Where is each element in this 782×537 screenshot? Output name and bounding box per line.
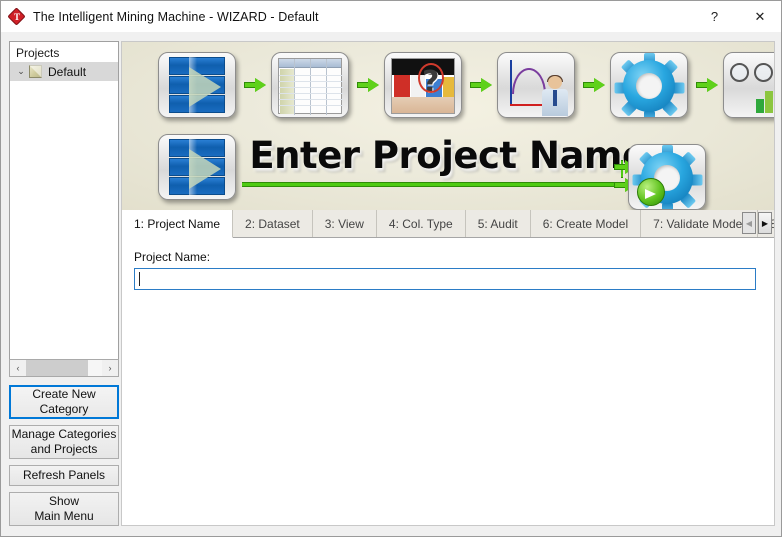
banner-arrow-icon xyxy=(470,78,492,92)
tab-dataset[interactable]: 2: Dataset xyxy=(233,210,313,237)
wizard-banner: ? Enter Project Name xyxy=(122,42,774,210)
tab-project-name[interactable]: 1: Project Name xyxy=(122,210,234,238)
projects-tree-header: Projects xyxy=(16,46,60,60)
scrollbar-thumb[interactable] xyxy=(26,360,88,376)
tab-scroll-controls[interactable]: ◀ ▶ xyxy=(742,212,772,234)
projects-tree-panel[interactable]: Projects ⌄ Default xyxy=(9,41,119,373)
window-bottom-strip xyxy=(1,526,781,536)
banner-arrow-icon xyxy=(696,78,718,92)
create-new-category-button[interactable]: Create New Category xyxy=(9,385,119,419)
tab-panel-project-name: Project Name: Previous Next xyxy=(122,238,774,525)
folder-icon xyxy=(28,65,43,78)
tab-col-type[interactable]: 4: Col. Type xyxy=(376,210,466,237)
text-caret xyxy=(139,272,140,286)
database-play-icon xyxy=(158,134,236,200)
projects-panel-scrollbar[interactable]: ‹ › xyxy=(9,359,119,377)
tab-scroll-left-icon[interactable]: ◀ xyxy=(742,212,756,234)
show-main-menu-button[interactable]: Show Main Menu xyxy=(9,492,119,526)
mining-machine-icon: T xyxy=(7,6,26,26)
wizard-panel: ? Enter Project Name 1: Project Name 2: … xyxy=(121,41,775,526)
tab-validate-model[interactable]: 7: Validate Model xyxy=(641,210,758,237)
data-table-icon xyxy=(271,52,349,118)
manage-categories-and-projects-button[interactable]: Manage Categories and Projects xyxy=(9,425,119,459)
window-title: The Intelligent Mining Machine - WIZARD … xyxy=(33,9,319,24)
curve-analyst-icon xyxy=(497,52,575,118)
gear-refresh-icon xyxy=(628,144,706,210)
scroll-left-icon[interactable]: ‹ xyxy=(10,360,26,376)
tab-scroll-right-icon[interactable]: ▶ xyxy=(758,212,772,234)
glasses-barchart-icon xyxy=(723,52,774,118)
tab-view[interactable]: 3: View xyxy=(312,210,377,237)
window-controls: ? ✕ xyxy=(692,1,781,32)
database-play-icon xyxy=(158,52,236,118)
scroll-right-icon[interactable]: › xyxy=(102,360,118,376)
project-name-input[interactable] xyxy=(134,268,756,290)
help-button[interactable]: ? xyxy=(692,1,737,32)
chevron-down-icon[interactable]: ⌄ xyxy=(14,65,28,79)
tree-item-label: Default xyxy=(48,64,87,79)
banner-arrow-icon xyxy=(244,78,266,92)
title-bar: T The Intelligent Mining Machine - WIZAR… xyxy=(1,1,781,32)
banner-arrow-icon xyxy=(357,78,379,92)
banner-flow-line xyxy=(242,182,620,187)
tree-item-default[interactable]: ⌄ Default xyxy=(10,62,118,81)
tab-create-model[interactable]: 6: Create Model xyxy=(530,210,642,237)
close-button[interactable]: ✕ xyxy=(737,1,781,32)
chart-question-icon: ? xyxy=(384,52,462,118)
scrollbar-track[interactable] xyxy=(26,360,102,376)
wizard-tabstrip[interactable]: 1: Project Name 2: Dataset 3: View 4: Co… xyxy=(122,210,774,238)
blue-gear-icon xyxy=(610,52,688,118)
refresh-panels-button[interactable]: Refresh Panels xyxy=(9,465,119,486)
application-window: T The Intelligent Mining Machine - WIZAR… xyxy=(0,0,782,537)
tab-audit[interactable]: 5: Audit xyxy=(465,210,531,237)
project-name-label: Project Name: xyxy=(134,250,211,264)
banner-arrow-icon xyxy=(583,78,605,92)
